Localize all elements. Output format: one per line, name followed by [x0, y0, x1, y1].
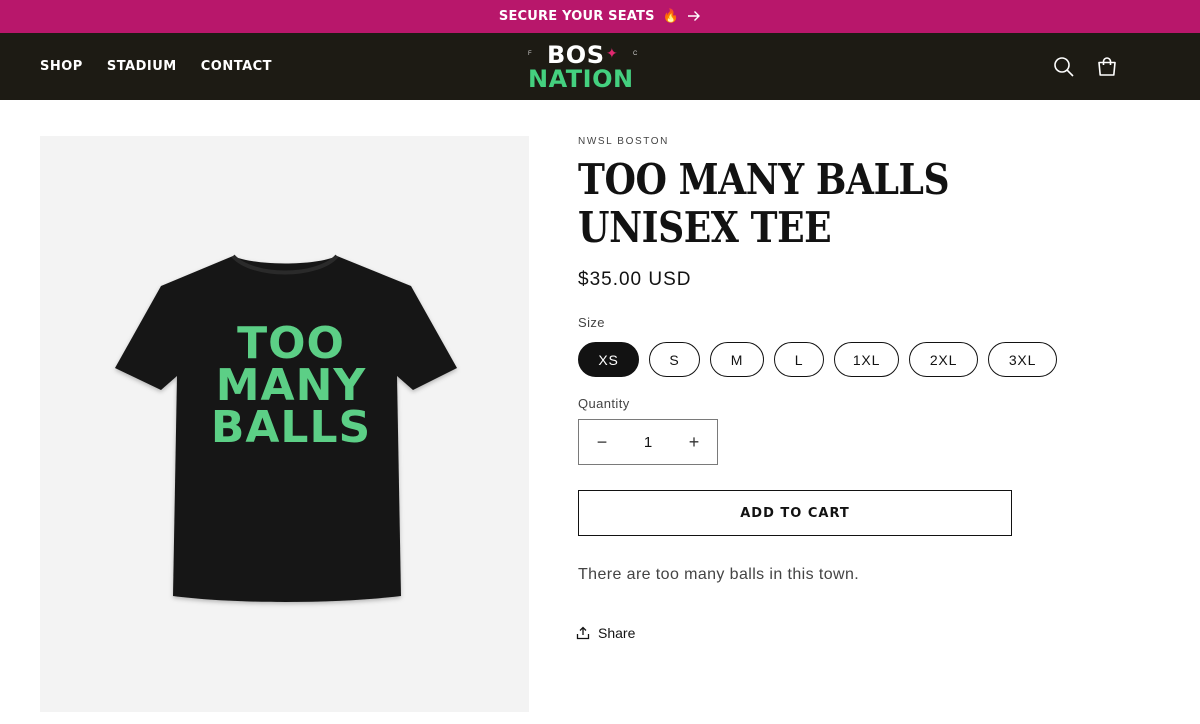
size-option-m[interactable]: M	[710, 342, 764, 377]
product-vendor: NWSL BOSTON	[578, 136, 669, 147]
nav-stadium[interactable]: STADIUM	[107, 59, 177, 74]
size-option-l[interactable]: L	[774, 342, 824, 377]
search-button[interactable]	[1051, 54, 1077, 80]
cart-button[interactable]	[1094, 54, 1120, 80]
logo-line1: BOS	[547, 41, 605, 69]
size-option-2xl[interactable]: 2XL	[909, 342, 978, 377]
quantity-increase-button[interactable]: +	[671, 420, 717, 464]
share-label: Share	[598, 625, 636, 641]
tshirt-image: TOO MANY BALLS	[114, 254, 457, 602]
size-option-3xl[interactable]: 3XL	[988, 342, 1057, 377]
announcement-text: SECURE YOUR SEATS	[498, 9, 655, 24]
nav-contact[interactable]: CONTACT	[201, 59, 272, 74]
product-description: There are too many balls in this town.	[578, 566, 860, 583]
share-button[interactable]: Share	[576, 625, 635, 641]
size-option-s[interactable]: S	[649, 342, 700, 377]
size-option-1xl[interactable]: 1XL	[834, 342, 899, 377]
share-icon	[576, 626, 590, 640]
product-image[interactable]: TOO MANY BALLS	[40, 136, 529, 712]
fire-emoji-icon: 🔥	[662, 9, 680, 24]
site-header: SHOP STADIUM CONTACT F BOS ✦ C NATION	[0, 33, 1200, 100]
quantity-decrease-button[interactable]: −	[579, 420, 625, 464]
logo-small-letter-right: C	[633, 51, 638, 57]
product-price: $35.00 USD	[578, 269, 692, 290]
quantity-input[interactable]: 1	[625, 434, 671, 451]
site-logo[interactable]: F BOS ✦ C NATION	[520, 42, 650, 92]
logo-small-letter-left: F	[528, 51, 532, 57]
logo-line2: NATION	[528, 65, 634, 93]
arrow-right-icon	[687, 8, 701, 26]
search-icon	[1054, 57, 1074, 77]
cart-icon	[1098, 57, 1116, 76]
shirt-text-line3: BALLS	[210, 402, 370, 453]
logo-star-icon: ✦	[606, 45, 618, 61]
size-option-xs[interactable]: XS	[578, 342, 639, 377]
product-title: TOO MANY BALLS UNISEX TEE	[578, 155, 950, 252]
size-label: Size	[578, 315, 605, 330]
main-nav: SHOP STADIUM CONTACT	[40, 33, 272, 100]
nav-shop[interactable]: SHOP	[40, 59, 83, 74]
quantity-label: Quantity	[578, 396, 630, 411]
quantity-stepper: − 1 +	[578, 419, 718, 465]
announcement-bar[interactable]: SECURE YOUR SEATS 🔥	[0, 0, 1200, 33]
add-to-cart-button[interactable]: ADD TO CART	[578, 490, 1012, 536]
